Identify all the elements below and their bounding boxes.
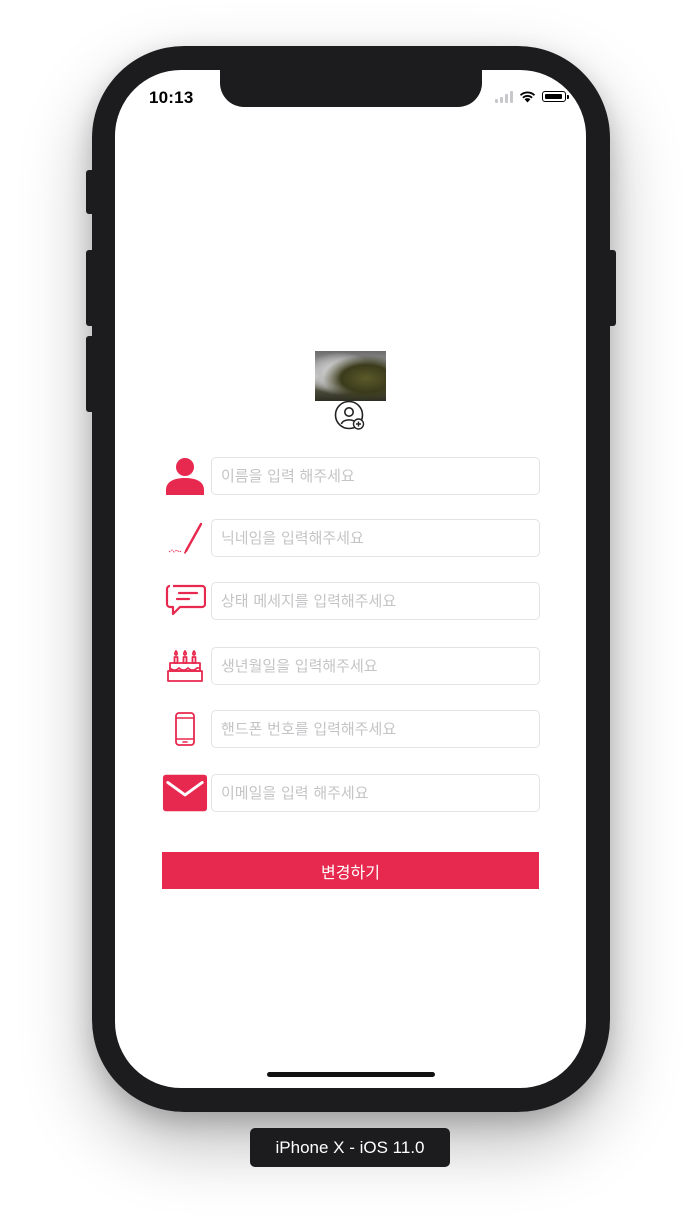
- screen: 10:13 이름을 입력 해주세요 닉네임을 입력해주세요 상태 메세지를 입력…: [115, 70, 586, 1088]
- chat-bubble-icon: [162, 582, 208, 620]
- nickname-field-row: [162, 519, 540, 557]
- email-field-row: [162, 774, 540, 812]
- email-input[interactable]: [211, 774, 540, 812]
- status-field-row: [162, 582, 540, 620]
- cake-icon: [162, 647, 208, 685]
- status-indicators: [495, 90, 569, 103]
- status-message-input[interactable]: [211, 582, 540, 620]
- envelope-icon: [162, 774, 208, 812]
- phone-number-input[interactable]: [211, 710, 540, 748]
- change-button[interactable]: 변경하기: [162, 852, 539, 889]
- name-input[interactable]: [211, 457, 540, 495]
- nickname-input[interactable]: [211, 519, 540, 557]
- person-icon: [162, 457, 208, 495]
- phone-field-row: [162, 710, 540, 748]
- birthday-input[interactable]: [211, 647, 540, 685]
- notch: [220, 70, 482, 107]
- profile-photo[interactable]: [315, 351, 386, 401]
- birthday-field-row: [162, 647, 540, 685]
- battery-icon: [542, 91, 569, 102]
- pen-icon: [162, 519, 208, 557]
- add-user-icon[interactable]: [334, 400, 366, 432]
- device-label: iPhone X - iOS 11.0: [250, 1128, 450, 1167]
- status-time: 10:13: [149, 88, 194, 107]
- name-field-row: [162, 457, 540, 495]
- wifi-icon: [519, 91, 536, 103]
- mobile-phone-icon: [162, 710, 208, 748]
- cellular-signal-icon: [495, 90, 513, 103]
- home-indicator[interactable]: [267, 1072, 435, 1077]
